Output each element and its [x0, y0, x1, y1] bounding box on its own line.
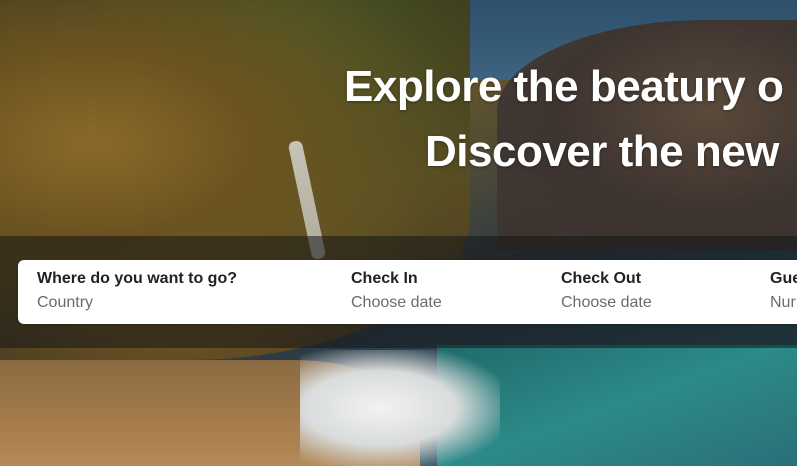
- check-out-label: Check Out: [561, 270, 642, 287]
- search-bar: Where do you want to go? Country Check I…: [18, 260, 797, 324]
- hero-section: Explore the beatury o Discover the new W…: [0, 0, 797, 466]
- check-out-field[interactable]: Check Out Choose date: [561, 270, 652, 312]
- check-in-input[interactable]: Choose date: [351, 294, 442, 312]
- check-in-field[interactable]: Check In Choose date: [351, 270, 442, 312]
- hero-headline-line2: Discover the new: [425, 127, 779, 176]
- destination-field[interactable]: Where do you want to go? Country: [37, 270, 237, 312]
- destination-input[interactable]: Country: [37, 294, 237, 312]
- guests-field[interactable]: Gue Nur: [770, 270, 797, 312]
- guests-input[interactable]: Nur: [770, 294, 797, 312]
- destination-label: Where do you want to go?: [37, 270, 237, 287]
- check-out-input[interactable]: Choose date: [561, 294, 652, 312]
- guests-label: Gue: [770, 270, 797, 287]
- check-in-label: Check In: [351, 270, 418, 287]
- hero-headline-line1: Explore the beatury o: [344, 62, 784, 111]
- background-surf: [300, 350, 500, 466]
